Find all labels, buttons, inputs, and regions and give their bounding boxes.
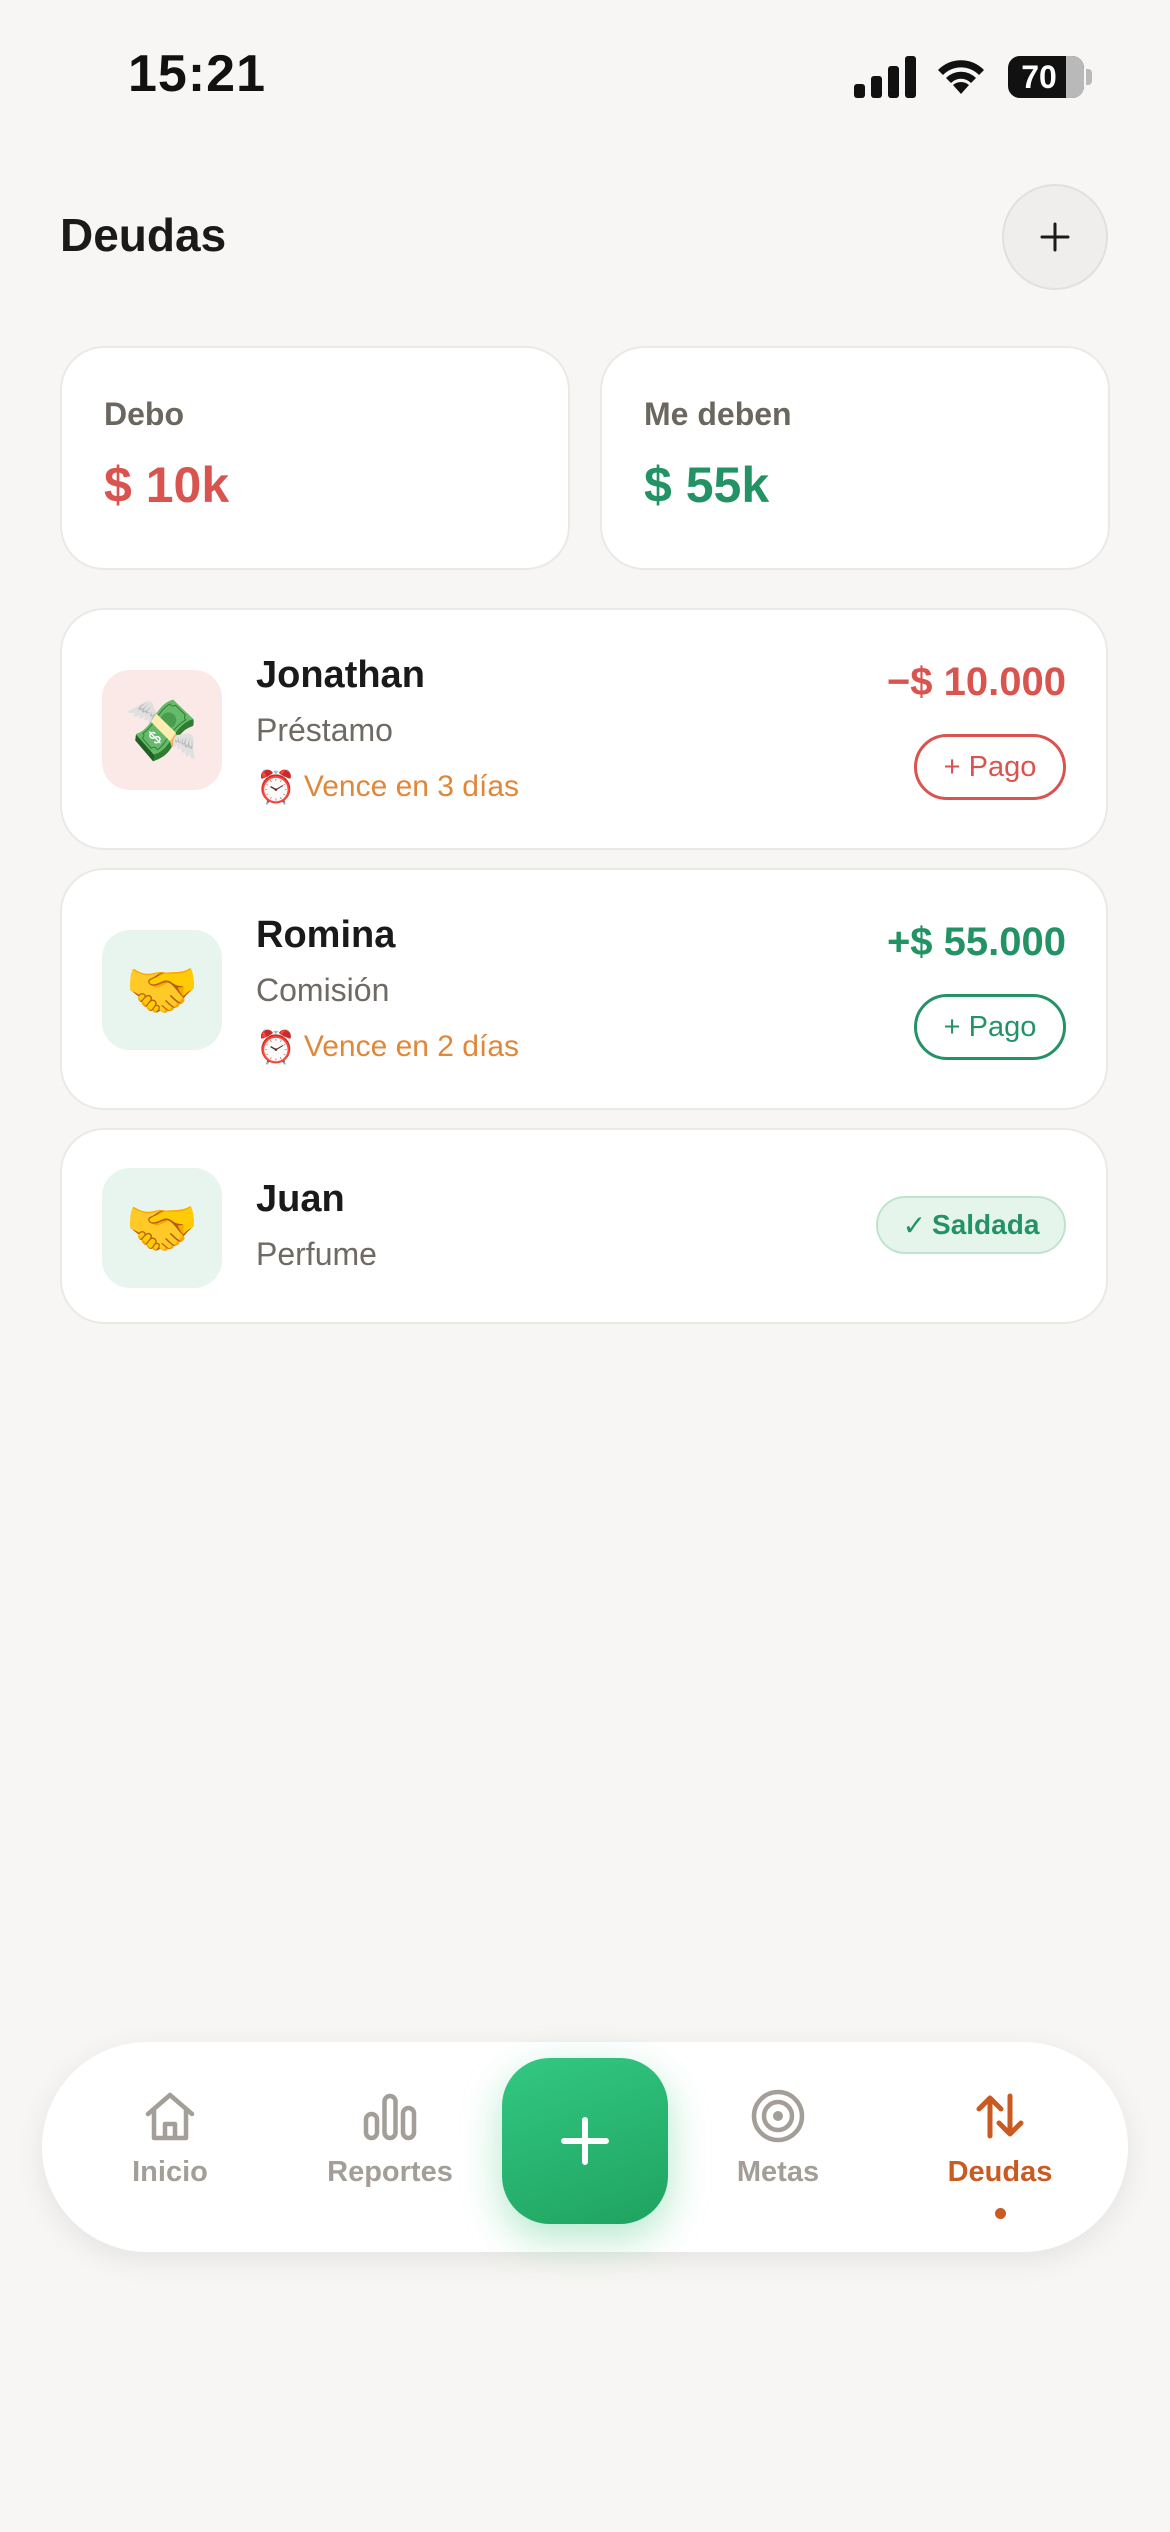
- add-transaction-button[interactable]: [502, 2058, 668, 2224]
- checkmark-icon: ✓: [902, 1209, 927, 1241]
- debt-amount: −$ 10.000: [886, 660, 1066, 704]
- tab-inicio[interactable]: Inicio: [80, 2042, 260, 2252]
- add-payment-button[interactable]: + Pago: [914, 994, 1066, 1060]
- status-time: 15:21: [128, 45, 266, 103]
- debt-amount: +$ 55.000: [886, 920, 1066, 964]
- money-with-wings-icon: 💸: [102, 670, 222, 790]
- tab-label: Inicio: [132, 2156, 208, 2188]
- debt-name: Romina: [256, 914, 396, 956]
- battery-level: 70: [1021, 59, 1057, 95]
- settled-label: Saldada: [932, 1209, 1040, 1240]
- status-bar: 15:21 70: [0, 0, 1170, 150]
- summary-card-owe: Debo $ 10k: [60, 346, 570, 570]
- bar-chart-icon: [363, 2093, 417, 2141]
- wifi-icon: [938, 60, 984, 94]
- debt-name: Jonathan: [256, 654, 425, 696]
- page-title: Deudas: [60, 209, 227, 261]
- add-debt-button[interactable]: [1002, 184, 1108, 290]
- debt-concept: Perfume: [256, 1236, 377, 1272]
- battery-icon: 70: [1008, 56, 1092, 98]
- debt-card-romina[interactable]: 🤝 Romina Comisión ⏰ Vence en 2 días +$ 5…: [60, 868, 1108, 1110]
- due-reminder: ⏰ Vence en 3 días: [256, 768, 519, 806]
- target-icon: [751, 2089, 805, 2143]
- due-text: Vence en 2 días: [303, 1030, 520, 1063]
- plus-icon: [1040, 222, 1070, 252]
- debt-name: Juan: [256, 1178, 345, 1220]
- due-text: Vence en 3 días: [303, 770, 520, 803]
- tab-metas[interactable]: Metas: [688, 2042, 868, 2252]
- transfer-arrows-icon: [976, 2093, 1024, 2139]
- due-reminder: ⏰ Vence en 2 días: [256, 1028, 519, 1066]
- handshake-icon: 🤝: [102, 1168, 222, 1288]
- alarm-clock-icon: ⏰: [256, 1029, 296, 1065]
- summary-owed-value: $ 55k: [644, 457, 770, 513]
- summary-card-owed: Me deben $ 55k: [600, 346, 1110, 570]
- summary-owe-label: Debo: [104, 396, 184, 432]
- plus-icon: [561, 2117, 609, 2165]
- tab-label: Reportes: [327, 2156, 453, 2188]
- debt-concept: Comisión: [256, 972, 390, 1008]
- tab-deudas[interactable]: Deudas: [910, 2042, 1090, 2252]
- cellular-signal-icon: [854, 56, 916, 98]
- debt-card-juan[interactable]: 🤝 Juan Perfume ✓ Saldada: [60, 1128, 1108, 1324]
- summary-owed-label: Me deben: [644, 396, 792, 432]
- alarm-clock-icon: ⏰: [256, 769, 296, 805]
- summary-owe-value: $ 10k: [104, 457, 230, 513]
- handshake-icon: 🤝: [102, 930, 222, 1050]
- tab-label: Metas: [736, 2156, 820, 2188]
- settled-badge: ✓ Saldada: [876, 1196, 1066, 1254]
- active-tab-indicator: [994, 2208, 1006, 2219]
- tab-label: Deudas: [947, 2156, 1053, 2188]
- tab-reportes[interactable]: Reportes: [300, 2042, 480, 2252]
- add-payment-button[interactable]: + Pago: [914, 734, 1066, 800]
- home-icon: [145, 2092, 195, 2141]
- debt-card-jonathan[interactable]: 💸 Jonathan Préstamo ⏰ Vence en 3 días −$…: [60, 608, 1108, 850]
- debt-concept: Préstamo: [256, 712, 393, 748]
